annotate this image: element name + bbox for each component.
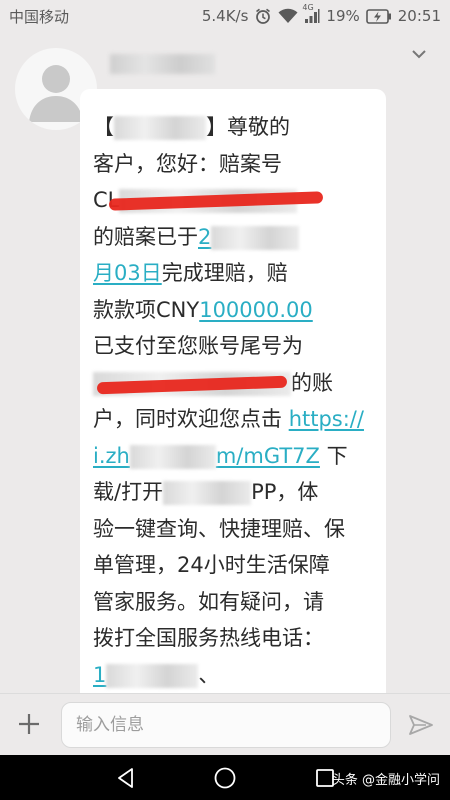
message-text: 客户，您好：赔案号 xyxy=(93,151,282,176)
message-line: 户，同时欢迎您点击 https:// xyxy=(93,401,376,438)
date-link[interactable]: 2 xyxy=(198,225,211,249)
watermark: 头条 @金融小学问 xyxy=(332,769,440,788)
message-text: 管家服务。如有疑问，请 xyxy=(93,589,324,614)
redacted-phone-number xyxy=(106,663,199,688)
battery-level: 19% xyxy=(326,7,360,25)
back-triangle-icon xyxy=(118,768,133,788)
wifi-icon xyxy=(278,8,298,24)
carrier-name: 中国移动 xyxy=(9,7,70,26)
send-icon xyxy=(409,715,433,735)
message-line: 载/打开 PP，体 xyxy=(93,474,376,511)
chevron-down-icon[interactable] xyxy=(409,46,429,62)
message-text: 、 xyxy=(198,662,220,687)
network-type: 4G xyxy=(302,3,314,12)
clock-time: 20:51 xyxy=(397,7,441,25)
send-button[interactable] xyxy=(404,708,438,742)
message-line: 1、 xyxy=(93,657,376,694)
message-text: 已支付至您账号尾号为 xyxy=(93,334,303,358)
redacted-app-name xyxy=(163,481,252,505)
url-link[interactable]: m/mGT7Z xyxy=(216,444,320,468)
redacted-sender-name xyxy=(110,54,215,74)
plus-icon xyxy=(19,714,39,734)
message-text: 的赔案已于 xyxy=(93,224,198,249)
amount-link[interactable]: 100000.00 xyxy=(199,298,313,322)
watermark-handle: @金融小学问 xyxy=(361,773,440,788)
home-circle-icon xyxy=(214,767,236,789)
message-text: 载/打开 xyxy=(93,480,164,504)
back-button[interactable] xyxy=(111,763,141,793)
message-line: 单管理，24小时生活保障 xyxy=(93,547,376,584)
message-line: 管家服务。如有疑问，请 xyxy=(93,584,376,621)
message-text: 下 xyxy=(319,443,348,468)
status-bar: 中国移动 5.4K/s 4G 19% 20:51 xyxy=(0,0,450,32)
conversation-view[interactable]: 【 】尊敬的 客户，您好：赔案号 CL 的赔案已于2 月03日完成理赔，赔 款款项… xyxy=(0,32,450,693)
redacted-date xyxy=(211,225,300,250)
message-text: 户，同时欢迎您点击 xyxy=(93,407,289,431)
redacted-company-name xyxy=(114,116,206,140)
add-attachment-button[interactable] xyxy=(13,708,45,740)
battery-charging-icon xyxy=(365,8,392,24)
message-text: 的账 xyxy=(291,370,333,395)
message-text: 完成理赔，赔 xyxy=(161,261,288,285)
watermark-prefix: 头条 xyxy=(331,773,358,788)
message-line: CL xyxy=(93,182,376,219)
message-line: 验一键查询、快捷理赔、保 xyxy=(93,511,376,548)
url-link[interactable]: https:// xyxy=(289,407,364,431)
message-line: 的账 xyxy=(93,365,376,402)
message-input[interactable] xyxy=(61,702,391,748)
message-bubble[interactable]: 【 】尊敬的 客户，您好：赔案号 CL 的赔案已于2 月03日完成理赔，赔 款款项… xyxy=(80,89,386,693)
date-link[interactable]: 月03日 xyxy=(93,261,162,285)
message-text: 拨打全国服务热线电话： xyxy=(93,626,324,650)
network-speed: 5.4K/s xyxy=(201,7,249,25)
message-line: 款款项CNY100000.00 xyxy=(93,292,376,329)
cellular-signal-icon: 4G xyxy=(302,3,320,24)
message-text: PP，体 xyxy=(251,480,319,504)
message-line: 【 】尊敬的 xyxy=(93,109,376,146)
message-line: 已支付至您账号尾号为 xyxy=(93,328,376,365)
message-line: 月03日完成理赔，赔 xyxy=(93,255,376,292)
redacted-url xyxy=(129,444,216,469)
message-text: 【 xyxy=(93,115,114,139)
message-text: 款款项CNY xyxy=(93,297,200,322)
message-line: i.zh m/mGT7Z 下 xyxy=(93,438,376,475)
alarm-icon xyxy=(254,7,272,25)
message-text: 单管理，24小时生活保障 xyxy=(93,553,330,577)
message-line: 拨打全国服务热线电话： xyxy=(93,620,376,657)
message-text: 验一键查询、快捷理赔、保 xyxy=(93,516,345,541)
message-text: 】 xyxy=(206,115,227,139)
navigation-bar: 头条 @金融小学问 xyxy=(0,755,450,800)
message-text: 尊敬的 xyxy=(227,115,290,139)
compose-bar xyxy=(0,693,450,755)
message-line: 的赔案已于2 xyxy=(93,219,376,256)
url-link[interactable]: i.zh xyxy=(93,444,130,468)
message-line: 客户，您好：赔案号 xyxy=(93,146,376,183)
status-indicators: 5.4K/s 4G 19% 20:51 xyxy=(201,3,441,25)
home-button[interactable] xyxy=(210,763,240,793)
phone-link[interactable]: 1 xyxy=(93,663,106,687)
